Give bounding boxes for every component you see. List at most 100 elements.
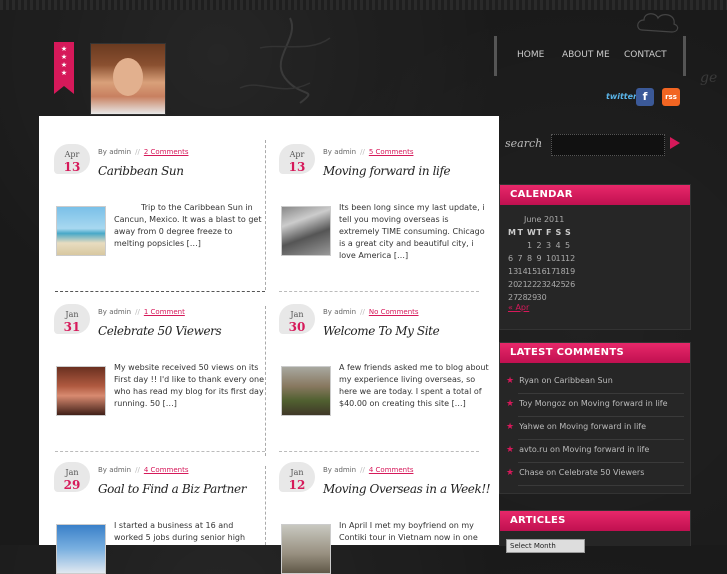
avatar-face bbox=[113, 58, 143, 96]
date-badge: Jan 30 bbox=[279, 304, 315, 338]
twitter-icon[interactable]: twitter bbox=[606, 88, 637, 106]
calendar-prev-link[interactable]: « Apr bbox=[508, 303, 529, 312]
rss-icon[interactable]: rss bbox=[662, 88, 680, 106]
post-comments-link[interactable]: 5 Comments bbox=[369, 148, 414, 156]
post-meta: By admin//1 Comment bbox=[98, 308, 185, 316]
calendar-month: June 2011 bbox=[524, 215, 565, 224]
latest-comments-widget: LATEST COMMENTS ★ Ryan on Caribbean Sun ★… bbox=[499, 342, 691, 494]
star-icon: ★ ★ ★ ★ bbox=[60, 45, 68, 77]
nav-contact[interactable]: CONTACT bbox=[624, 50, 667, 60]
post-thumbnail[interactable] bbox=[281, 524, 331, 574]
column-divider bbox=[265, 466, 266, 545]
calendar-week: 13141516171819 bbox=[508, 267, 576, 276]
post-title[interactable]: Caribbean Sun bbox=[98, 164, 184, 178]
comment-item[interactable]: ★ Yahwe on Moving forward in life bbox=[506, 422, 646, 432]
row-divider bbox=[279, 291, 479, 292]
divider bbox=[518, 462, 684, 463]
post-meta: By admin//No Comments bbox=[323, 308, 419, 316]
post-comments-link[interactable]: 2 Comments bbox=[144, 148, 189, 156]
post-author[interactable]: admin bbox=[109, 308, 131, 316]
post-comments-link[interactable]: 4 Comments bbox=[144, 466, 189, 474]
post-thumbnail[interactable] bbox=[56, 206, 106, 256]
calendar-widget: CALENDAR June 2011 M T WT F S S 12345 6 7 8 9 101… bbox=[499, 184, 691, 330]
date-badge: Apr 13 bbox=[279, 144, 315, 178]
divider bbox=[518, 439, 684, 440]
post-thumbnail[interactable] bbox=[56, 366, 106, 416]
search-label: search bbox=[505, 137, 543, 150]
comment-item[interactable]: ★ Ryan on Caribbean Sun bbox=[506, 376, 613, 386]
header-doodle: ge bbox=[700, 70, 718, 86]
post-thumbnail[interactable] bbox=[281, 366, 331, 416]
post-excerpt: In April I met my boyfriend on my Contik… bbox=[339, 521, 478, 542]
post-comments-link[interactable]: 1 Comment bbox=[144, 308, 185, 316]
main-nav: HOME ABOUT ME CONTACT bbox=[494, 36, 686, 76]
post-author[interactable]: admin bbox=[334, 466, 356, 474]
post-comments-link[interactable]: 4 Comments bbox=[369, 466, 414, 474]
date-badge: Jan 29 bbox=[54, 462, 90, 496]
post-meta: By admin//4 Comments bbox=[323, 466, 414, 474]
post-comments-link[interactable]: No Comments bbox=[369, 308, 419, 316]
divider bbox=[518, 393, 684, 394]
post-month: Jan bbox=[290, 468, 304, 477]
star-icon: ★ bbox=[506, 422, 515, 432]
star-icon: ★ bbox=[506, 468, 515, 478]
column-divider bbox=[265, 306, 266, 456]
post-thumbnail[interactable] bbox=[281, 206, 331, 256]
articles-title: ARTICLES bbox=[510, 515, 566, 526]
post-day: 29 bbox=[63, 478, 81, 492]
calendar-week: 20212223242526 bbox=[508, 280, 576, 289]
post-meta: By admin//5 Comments bbox=[323, 148, 414, 156]
row-divider bbox=[55, 291, 265, 292]
column-divider bbox=[265, 140, 266, 290]
articles-header: ARTICLES bbox=[500, 511, 690, 531]
post-day: 13 bbox=[63, 160, 81, 174]
post-author[interactable]: admin bbox=[109, 466, 131, 474]
post-title[interactable]: Welcome To My Site bbox=[323, 324, 440, 338]
post-author[interactable]: admin bbox=[109, 148, 131, 156]
post-excerpt: My website received 50 views on its Firs… bbox=[114, 363, 264, 408]
calendar-header: CALENDAR bbox=[500, 185, 690, 205]
post-month: Apr bbox=[289, 150, 305, 159]
search-input[interactable] bbox=[551, 134, 665, 156]
cloud-doodle bbox=[637, 13, 679, 33]
star-icon: ★ bbox=[506, 445, 515, 455]
post-title[interactable]: Moving forward in life bbox=[323, 164, 451, 178]
date-badge: Jan 12 bbox=[279, 462, 315, 496]
post-author[interactable]: admin bbox=[334, 308, 356, 316]
divider bbox=[518, 416, 684, 417]
nav-home[interactable]: HOME bbox=[517, 50, 544, 60]
post-thumbnail[interactable] bbox=[56, 524, 106, 574]
post-excerpt: Trip to the Caribbean Sun in Cancun, Mex… bbox=[114, 203, 262, 248]
post-day: 13 bbox=[288, 160, 306, 174]
nav-about-me[interactable]: ABOUT ME bbox=[562, 50, 610, 60]
post-title[interactable]: Celebrate 50 Viewers bbox=[98, 324, 222, 338]
articles-widget: ARTICLES Select Month bbox=[499, 510, 691, 553]
post-title[interactable]: Goal to Find a Biz Partner bbox=[98, 482, 246, 496]
post-author[interactable]: admin bbox=[334, 148, 356, 156]
search-arrow-icon[interactable] bbox=[670, 137, 680, 149]
post-month: Jan bbox=[65, 468, 79, 477]
comments-header: LATEST COMMENTS bbox=[500, 343, 690, 363]
star-icon: ★ bbox=[506, 399, 515, 409]
post-title[interactable]: Moving Overseas in a Week!! bbox=[323, 482, 491, 496]
date-badge: Apr 13 bbox=[54, 144, 90, 178]
ribbon-badge: ★ ★ ★ ★ bbox=[54, 42, 74, 94]
top-stripe bbox=[0, 0, 727, 10]
comments-title: LATEST COMMENTS bbox=[510, 347, 624, 358]
comment-item[interactable]: ★ Toy Mongoz on Moving forward in life bbox=[506, 399, 668, 409]
calendar-grid: June 2011 M T WT F S S 12345 6 7 8 9 101112 13141… bbox=[508, 213, 575, 304]
star-icon: ★ bbox=[506, 376, 515, 386]
post-day: 30 bbox=[288, 320, 306, 334]
post-excerpt: A few friends asked me to blog about my … bbox=[339, 363, 489, 408]
post-month: Jan bbox=[290, 310, 304, 319]
main-content: Apr 13 By admin//2 Comments Caribbean Su… bbox=[39, 116, 499, 574]
divider bbox=[518, 485, 684, 486]
facebook-icon[interactable]: f bbox=[636, 88, 654, 106]
archive-month-select[interactable]: Select Month bbox=[506, 539, 585, 553]
comment-item[interactable]: ★ avto.ru on Moving forward in life bbox=[506, 445, 649, 455]
comment-item[interactable]: ★ Chase on Celebrate 50 Viewers bbox=[506, 468, 644, 478]
post-meta: By admin//4 Comments bbox=[98, 466, 189, 474]
row-divider bbox=[279, 451, 479, 452]
calendar-weekdays: M T WT F S S bbox=[508, 228, 571, 237]
header-doodle-sketch bbox=[239, 17, 331, 104]
